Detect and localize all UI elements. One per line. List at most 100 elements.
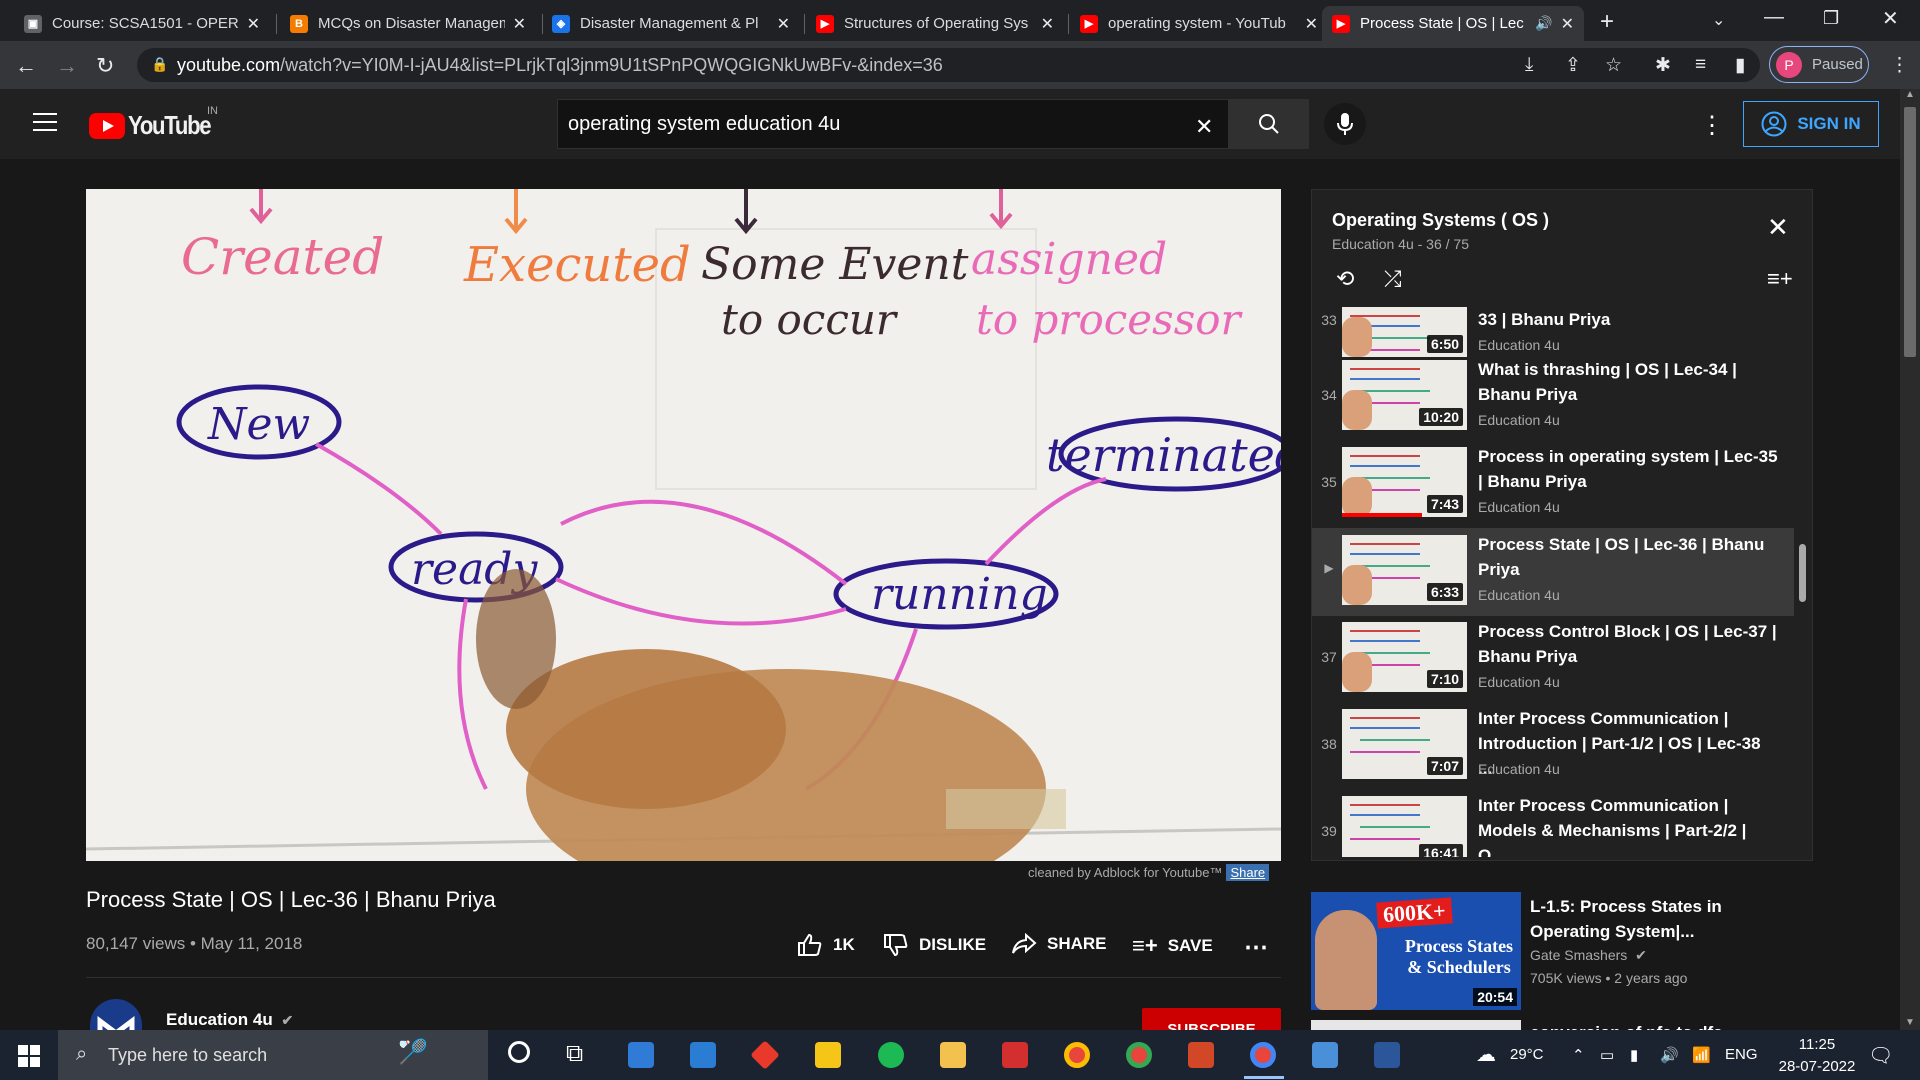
recommendation-title[interactable]: conversion of nfa to dfa <box>1530 1020 1800 1030</box>
browser-tab[interactable]: B MCQs on Disaster Managem ✕ <box>280 6 536 41</box>
browser-menu-icon[interactable]: ⋮ <box>1890 54 1909 77</box>
scroll-down-icon[interactable]: ▼ <box>1905 1017 1915 1028</box>
browser-tab[interactable]: ◈ Disaster Management & Pl ✕ <box>542 6 800 41</box>
sign-in-button[interactable]: SIGN IN <box>1743 101 1879 147</box>
restore-icon[interactable]: ❐ <box>1823 8 1839 29</box>
playlist-title[interactable]: Operating Systems ( OS ) <box>1332 210 1549 231</box>
close-icon[interactable]: ✕ <box>247 14 260 34</box>
weather-icon[interactable]: ☁ <box>1476 1042 1496 1067</box>
bookmark-star-icon[interactable]: ☆ <box>1605 54 1622 77</box>
voice-search-button[interactable] <box>1324 103 1366 145</box>
playlist-item-current[interactable]: ▶ 6:33 Process State | OS | Lec-36 | Bha… <box>1312 528 1794 616</box>
dislike-button[interactable]: DISLIKE <box>883 933 986 957</box>
volume-icon[interactable]: 🔊 <box>1660 1046 1679 1064</box>
profile-button[interactable]: P Paused <box>1769 46 1869 83</box>
playlist-item[interactable]: 33 6:50 33 | Bhanu Priya Education 4u <box>1312 277 1794 365</box>
menu-icon[interactable] <box>33 113 57 131</box>
install-icon[interactable]: ⤓ <box>1525 54 1533 76</box>
store-icon[interactable] <box>628 1042 654 1068</box>
weather-temp[interactable]: 29°C <box>1510 1046 1544 1063</box>
tray-chevron-icon[interactable]: ⌃ <box>1572 1046 1585 1064</box>
search-input[interactable]: operating system education 4u <box>557 99 1229 149</box>
channel-name[interactable]: Education 4u ✔ <box>166 1010 293 1030</box>
close-icon[interactable]: ✕ <box>1041 14 1054 34</box>
address-bar[interactable]: 🔒 youtube.com/watch?v=YI0M-I-jAU4&list=P… <box>137 48 1760 82</box>
browser-tab[interactable]: ▶ Structures of Operating Sys ✕ <box>806 6 1064 41</box>
playlist-item[interactable]: 35 7:43 Process in operating system | Le… <box>1312 444 1794 532</box>
dislike-label: DISLIKE <box>919 935 987 954</box>
browser-tab-active[interactable]: ▶ Process State | OS | Lec 🔊 ✕ <box>1322 6 1584 41</box>
file-explorer-icon[interactable] <box>940 1042 966 1068</box>
clear-search-icon[interactable]: ✕ <box>1195 114 1213 140</box>
playlist-item[interactable]: 34 10:20 What is thrashing | OS | Lec-34… <box>1312 357 1794 445</box>
media-queue-icon[interactable]: ≡ <box>1695 54 1706 76</box>
acrobat-icon[interactable] <box>1002 1042 1028 1068</box>
chrome-icon[interactable] <box>1064 1042 1090 1068</box>
share-page-icon[interactable]: ⇪ <box>1565 54 1581 77</box>
clock[interactable]: 11:25 28-07-2022 <box>1772 1036 1862 1075</box>
new-tab-icon[interactable]: + <box>1600 8 1614 36</box>
like-button[interactable]: 1K <box>797 933 855 957</box>
save-button[interactable]: ≡+ SAVE <box>1132 933 1213 959</box>
language-indicator[interactable]: ENG <box>1725 1046 1758 1063</box>
search-button[interactable] <box>1229 99 1309 149</box>
close-playlist-icon[interactable]: ✕ <box>1767 212 1789 243</box>
task-view-icon[interactable]: ⧉ <box>566 1040 583 1068</box>
windows-start-icon[interactable] <box>18 1045 40 1067</box>
playlist-item[interactable]: 37 7:10 Process Control Block | OS | Lec… <box>1312 619 1794 707</box>
search-icon <box>1259 114 1279 134</box>
side-panel-icon[interactable]: ▮ <box>1735 54 1745 77</box>
adblock-share-link[interactable]: Share <box>1226 864 1270 881</box>
app-red-icon[interactable] <box>750 1040 780 1070</box>
reload-icon[interactable]: ↻ <box>96 53 114 79</box>
recommendation-channel[interactable]: Gate Smashers ✔ <box>1530 947 1647 964</box>
tab-search-icon[interactable]: ⌄ <box>1712 10 1725 30</box>
playlist-item[interactable]: 38 7:07 Inter Process Communication | In… <box>1312 706 1794 794</box>
spotify-icon[interactable] <box>878 1042 904 1068</box>
playlist-item[interactable]: 39 16:41 Inter Process Communication | M… <box>1312 793 1794 857</box>
tab-divider <box>804 14 805 34</box>
playlist-thumbnail: 7:10 <box>1342 622 1467 692</box>
board-label: Some Event <box>701 239 969 290</box>
scroll-up-icon[interactable]: ▲ <box>1905 89 1915 100</box>
browser-tab[interactable]: ▣ Course: SCSA1501 - OPERA ✕ <box>14 6 270 41</box>
share-button[interactable]: SHARE <box>1011 933 1107 955</box>
playlist-scrollbar[interactable] <box>1799 544 1806 602</box>
video-player[interactable]: Created Executed Some Event to occur ass… <box>86 189 1281 861</box>
word-icon[interactable] <box>1374 1042 1400 1068</box>
sticky-notes-icon[interactable] <box>815 1042 841 1068</box>
notifications-icon[interactable]: 🗨 <box>1868 1043 1893 1068</box>
chrome-profile-icon[interactable] <box>1126 1042 1152 1068</box>
chrome-active-icon[interactable] <box>1250 1042 1276 1068</box>
close-icon[interactable]: ✕ <box>1305 14 1318 34</box>
speaker-icon[interactable]: 🔊 <box>1535 15 1552 32</box>
extensions-icon[interactable]: ✱ <box>1655 54 1671 77</box>
network-icon[interactable]: ▭ <box>1600 1046 1614 1064</box>
recommendation-title[interactable]: L-1.5: Process States in Operating Syste… <box>1530 894 1800 944</box>
wifi-icon[interactable]: 📶 <box>1692 1046 1711 1064</box>
minimize-icon[interactable]: — <box>1764 6 1784 29</box>
more-actions-icon[interactable]: ⋯ <box>1244 933 1268 962</box>
scrollbar-thumb[interactable] <box>1904 107 1916 357</box>
back-icon[interactable]: ← <box>15 53 37 79</box>
cortana-icon[interactable] <box>508 1041 530 1063</box>
board-label: running <box>871 569 1048 620</box>
youtube-logo[interactable]: YouTube IN <box>89 105 225 141</box>
window-close-icon[interactable]: ✕ <box>1882 6 1899 31</box>
photos-icon[interactable] <box>1312 1042 1338 1068</box>
close-icon[interactable]: ✕ <box>1561 14 1574 34</box>
active-app-indicator <box>1244 1076 1284 1079</box>
powerpoint-icon[interactable] <box>1188 1042 1214 1068</box>
taskbar-search-input[interactable]: ⌕ Type here to search 🏸 <box>58 1030 488 1080</box>
settings-menu-icon[interactable]: ⋮ <box>1700 111 1724 140</box>
playlist-item-title: Process State | OS | Lec-36 | Bhanu Priy… <box>1478 535 1765 579</box>
battery-icon[interactable]: ▮ <box>1630 1046 1638 1064</box>
recommendation-thumbnail[interactable]: 600K+ Process States & Schedulers 20:54 <box>1311 892 1521 1010</box>
close-icon[interactable]: ✕ <box>513 14 526 34</box>
mail-icon[interactable] <box>690 1042 716 1068</box>
page-scrollbar[interactable]: ▲ ▼ <box>1900 89 1920 1030</box>
close-icon[interactable]: ✕ <box>777 14 790 34</box>
browser-tab[interactable]: ▶ operating system - YouTub ✕ <box>1070 6 1328 41</box>
forward-icon[interactable]: → <box>56 53 78 79</box>
recommendation-thumbnail[interactable] <box>1311 1020 1521 1030</box>
